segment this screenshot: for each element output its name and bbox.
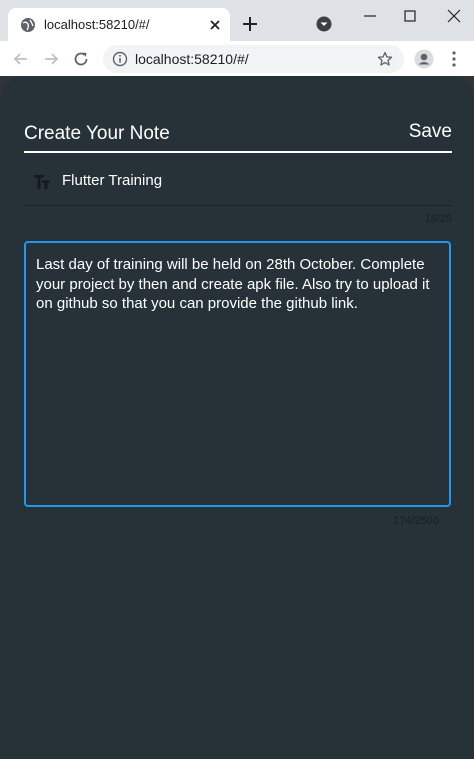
window-close-icon[interactable] (446, 8, 462, 24)
title-char-counter: 16/25 (424, 213, 452, 225)
browser-tab-strip: localhost:58210/#/ (0, 0, 474, 41)
tab-search-icon[interactable] (316, 16, 332, 32)
note-title-input[interactable]: Flutter Training (62, 172, 162, 189)
account-icon[interactable] (414, 49, 434, 69)
note-title-field[interactable]: Flutter Training (24, 164, 452, 206)
app-viewport: Create Your Note Save Flutter Training 1… (0, 76, 474, 759)
body-char-counter: 174/2500 (393, 515, 439, 527)
star-icon[interactable] (377, 51, 393, 67)
plus-icon[interactable] (240, 14, 260, 34)
arrow-left-icon[interactable] (12, 50, 30, 68)
maximize-icon[interactable] (402, 8, 418, 24)
save-button[interactable]: Save (400, 121, 452, 149)
info-icon[interactable] (112, 51, 128, 67)
title-field-underline (24, 205, 452, 206)
url-text: localhost:58210/#/ (135, 51, 249, 67)
minimize-icon[interactable] (362, 8, 378, 24)
note-body-field[interactable]: Last day of training will be held on 28t… (24, 241, 451, 507)
browser-tab[interactable]: localhost:58210/#/ (8, 8, 230, 41)
tab-title: localhost:58210/#/ (44, 17, 150, 32)
kebab-menu-icon[interactable] (446, 50, 462, 68)
address-bar[interactable]: localhost:58210/#/ (103, 45, 404, 73)
globe-icon (21, 18, 35, 32)
header-divider (24, 151, 452, 153)
browser-toolbar: localhost:58210/#/ (0, 41, 474, 76)
reload-icon[interactable] (72, 50, 90, 68)
text-fields-icon (34, 175, 50, 189)
page-title: Create Your Note (24, 123, 170, 144)
note-editor-sheet: Create Your Note Save Flutter Training 1… (0, 76, 474, 759)
arrow-right-icon[interactable] (42, 50, 60, 68)
note-body-input[interactable]: Last day of training will be held on 28t… (36, 255, 441, 314)
close-icon[interactable] (207, 17, 223, 33)
